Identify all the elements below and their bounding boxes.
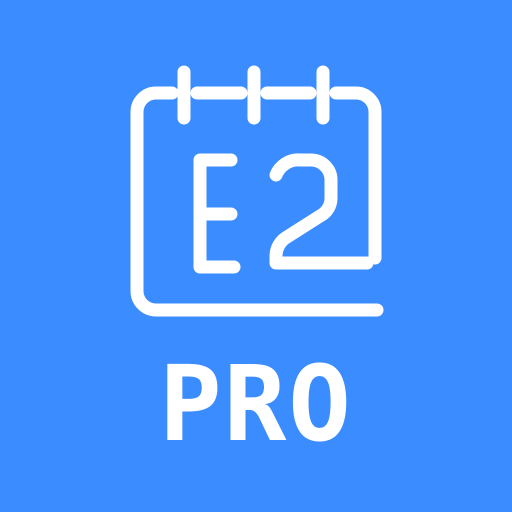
calendar-outline (130, 86, 384, 317)
letter-e (193, 153, 241, 274)
app-icon: PRO (0, 0, 512, 512)
letter-z (269, 153, 374, 270)
pro-label: PRO (159, 343, 353, 465)
